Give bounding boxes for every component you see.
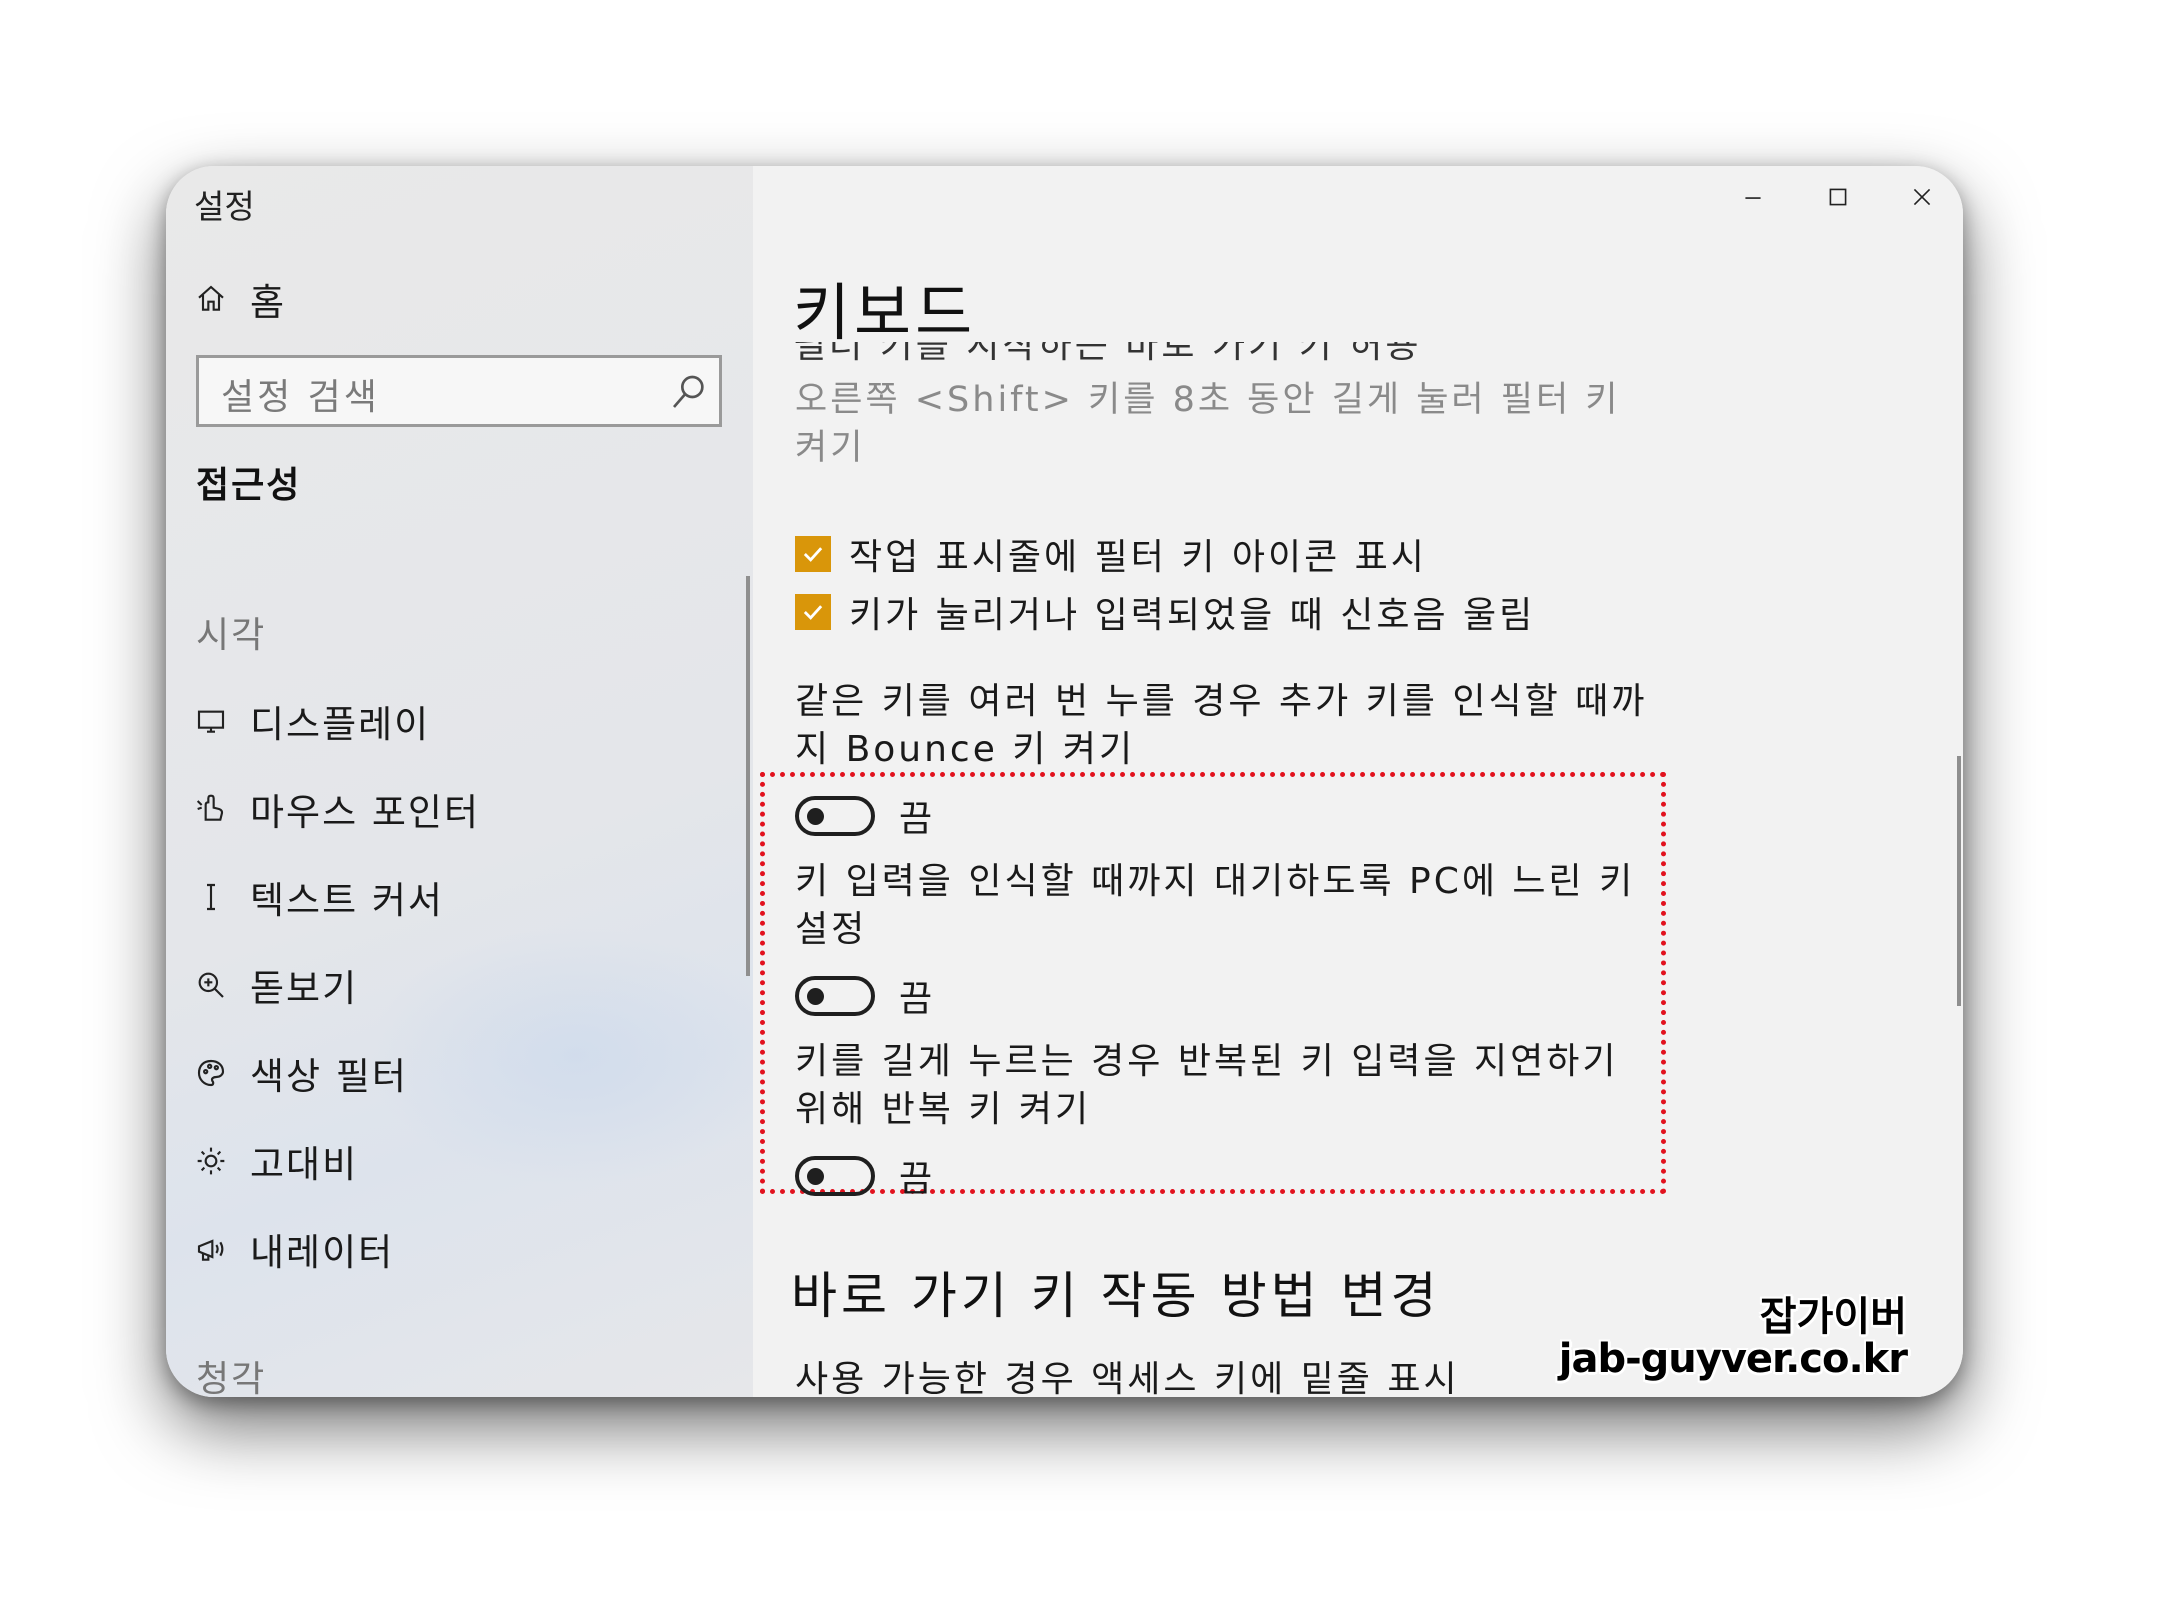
narrator-icon [194,1232,228,1266]
home-icon [194,282,228,316]
search-placeholder: 설정 검색 [221,377,380,418]
sidebar-item-high-contrast[interactable]: 고대비 [194,1134,358,1188]
high-contrast-icon [194,1144,228,1178]
section-title: 접근성 [196,465,302,506]
color-filter-icon [194,1056,228,1090]
sidebar-item-display[interactable]: 디스플레이 [194,694,430,748]
checkbox-beep-on-keypress[interactable]: 키가 눌리거나 입력되었을 때 신호음 울림 [795,586,1535,638]
slow-keys-toggle[interactable] [795,976,875,1016]
maximize-button[interactable] [1803,174,1873,224]
checkbox-label: 작업 표시줄에 필터 키 아이콘 표시 [849,537,1427,578]
sidebar-item-label: 돋보기 [250,967,359,1010]
toggle-state-label: 끔 [899,1159,933,1200]
sidebar-item-label: 마우스 포인터 [250,791,481,834]
sidebar-item-mouse-pointer[interactable]: 마우스 포인터 [194,782,480,836]
underline-access-keys-label[interactable]: 사용 가능한 경우 액세스 키에 밑줄 표시 [795,1350,1460,1397]
repeat-keys-description: 키를 길게 누르는 경우 반복된 키 입력을 지연하기 위해 반복 키 켜기 [795,1041,1619,1130]
display-icon [194,704,228,738]
checkbox-checked-icon[interactable] [795,594,831,630]
sidebar-item-label: 홈 [250,281,287,324]
sidebar-item-label: 내레이터 [250,1231,395,1274]
sidebar-item-label: 텍스트 커서 [250,879,444,922]
checkbox-label: 키가 눌리거나 입력되었을 때 신호음 울림 [849,595,1536,636]
sidebar-item-color-filter[interactable]: 색상 필터 [194,1046,408,1100]
sidebar-scrollbar[interactable] [746,576,750,976]
shortcut-section-heading: 바로 가기 키 작동 방법 변경 [791,1267,1441,1325]
filter-shortcut-label: 필터 키를 시작하는 바로 가기 키 허용 [793,342,1422,364]
sidebar: 설정 홈 설정 검색 접근성 시각 디스플레이 마우스 포인터 텍스트 커서 돋… [166,166,786,1397]
checkbox-checked-icon[interactable] [795,536,831,572]
toggle-state-label: 끔 [899,979,933,1020]
checkbox-filter-icon-taskbar[interactable]: 작업 표시줄에 필터 키 아이콘 표시 [795,528,1427,580]
page-title: 키보드 [793,276,977,349]
bounce-keys-toggle[interactable] [795,796,875,836]
close-button[interactable] [1887,174,1957,224]
sidebar-item-label: 색상 필터 [250,1055,408,1098]
app-title: 설정 [194,187,255,226]
sidebar-acrylic-glow [366,926,786,1186]
main-scrollbar[interactable] [1957,756,1961,1006]
group-label-vision: 시각 [196,615,267,656]
sidebar-item-label: 고대비 [250,1143,359,1186]
sidebar-item-home[interactable]: 홈 [194,272,286,326]
search-icon[interactable] [669,372,709,412]
slow-keys-toggle-row[interactable]: 끔 [795,970,932,1022]
repeat-keys-toggle[interactable] [795,1156,875,1196]
toggle-state-label: 끔 [899,799,933,840]
watermark-url: jab-guyver.co.kr [1558,1336,1908,1382]
filter-shortcut-link[interactable]: 오른쪽 <Shift> 키를 8초 동안 길게 눌러 필터 키 켜기 [795,376,1625,472]
minimize-button[interactable] [1718,174,1788,224]
filter-shortcut-checkbox-row[interactable]: 필터 키를 시작하는 바로 가기 키 허용 [793,342,1493,364]
close-icon [1909,184,1935,214]
sidebar-item-magnifier[interactable]: 돋보기 [194,958,358,1012]
maximize-icon [1825,184,1851,214]
sidebar-item-text-cursor[interactable]: 텍스트 커서 [194,870,444,924]
magnifier-icon [194,968,228,1002]
search-input[interactable]: 설정 검색 [196,355,722,427]
text-cursor-icon [194,880,228,914]
slow-keys-description: 키 입력을 인식할 때까지 대기하도록 PC에 느린 키 설정 [795,861,1636,950]
minimize-icon [1740,184,1766,214]
bounce-keys-description: 같은 키를 여러 번 누를 경우 추가 키를 인식할 때까지 Bounce 키 … [795,681,1648,770]
main-content: 키보드 필터 키를 시작하는 바로 가기 키 허용 오른쪽 <Shift> 키를… [753,166,1963,1397]
group-label-hearing: 청각 [196,1359,267,1397]
bounce-keys-toggle-row[interactable]: 끔 [795,790,932,842]
watermark-name: 잡가이버 [1759,1294,1907,1340]
repeat-keys-toggle-row[interactable]: 끔 [795,1150,932,1202]
sidebar-item-narrator[interactable]: 내레이터 [194,1222,394,1276]
sidebar-item-label: 디스플레이 [250,703,431,746]
settings-window: 설정 홈 설정 검색 접근성 시각 디스플레이 마우스 포인터 텍스트 커서 돋… [166,166,1963,1397]
mouse-pointer-icon [194,792,228,826]
